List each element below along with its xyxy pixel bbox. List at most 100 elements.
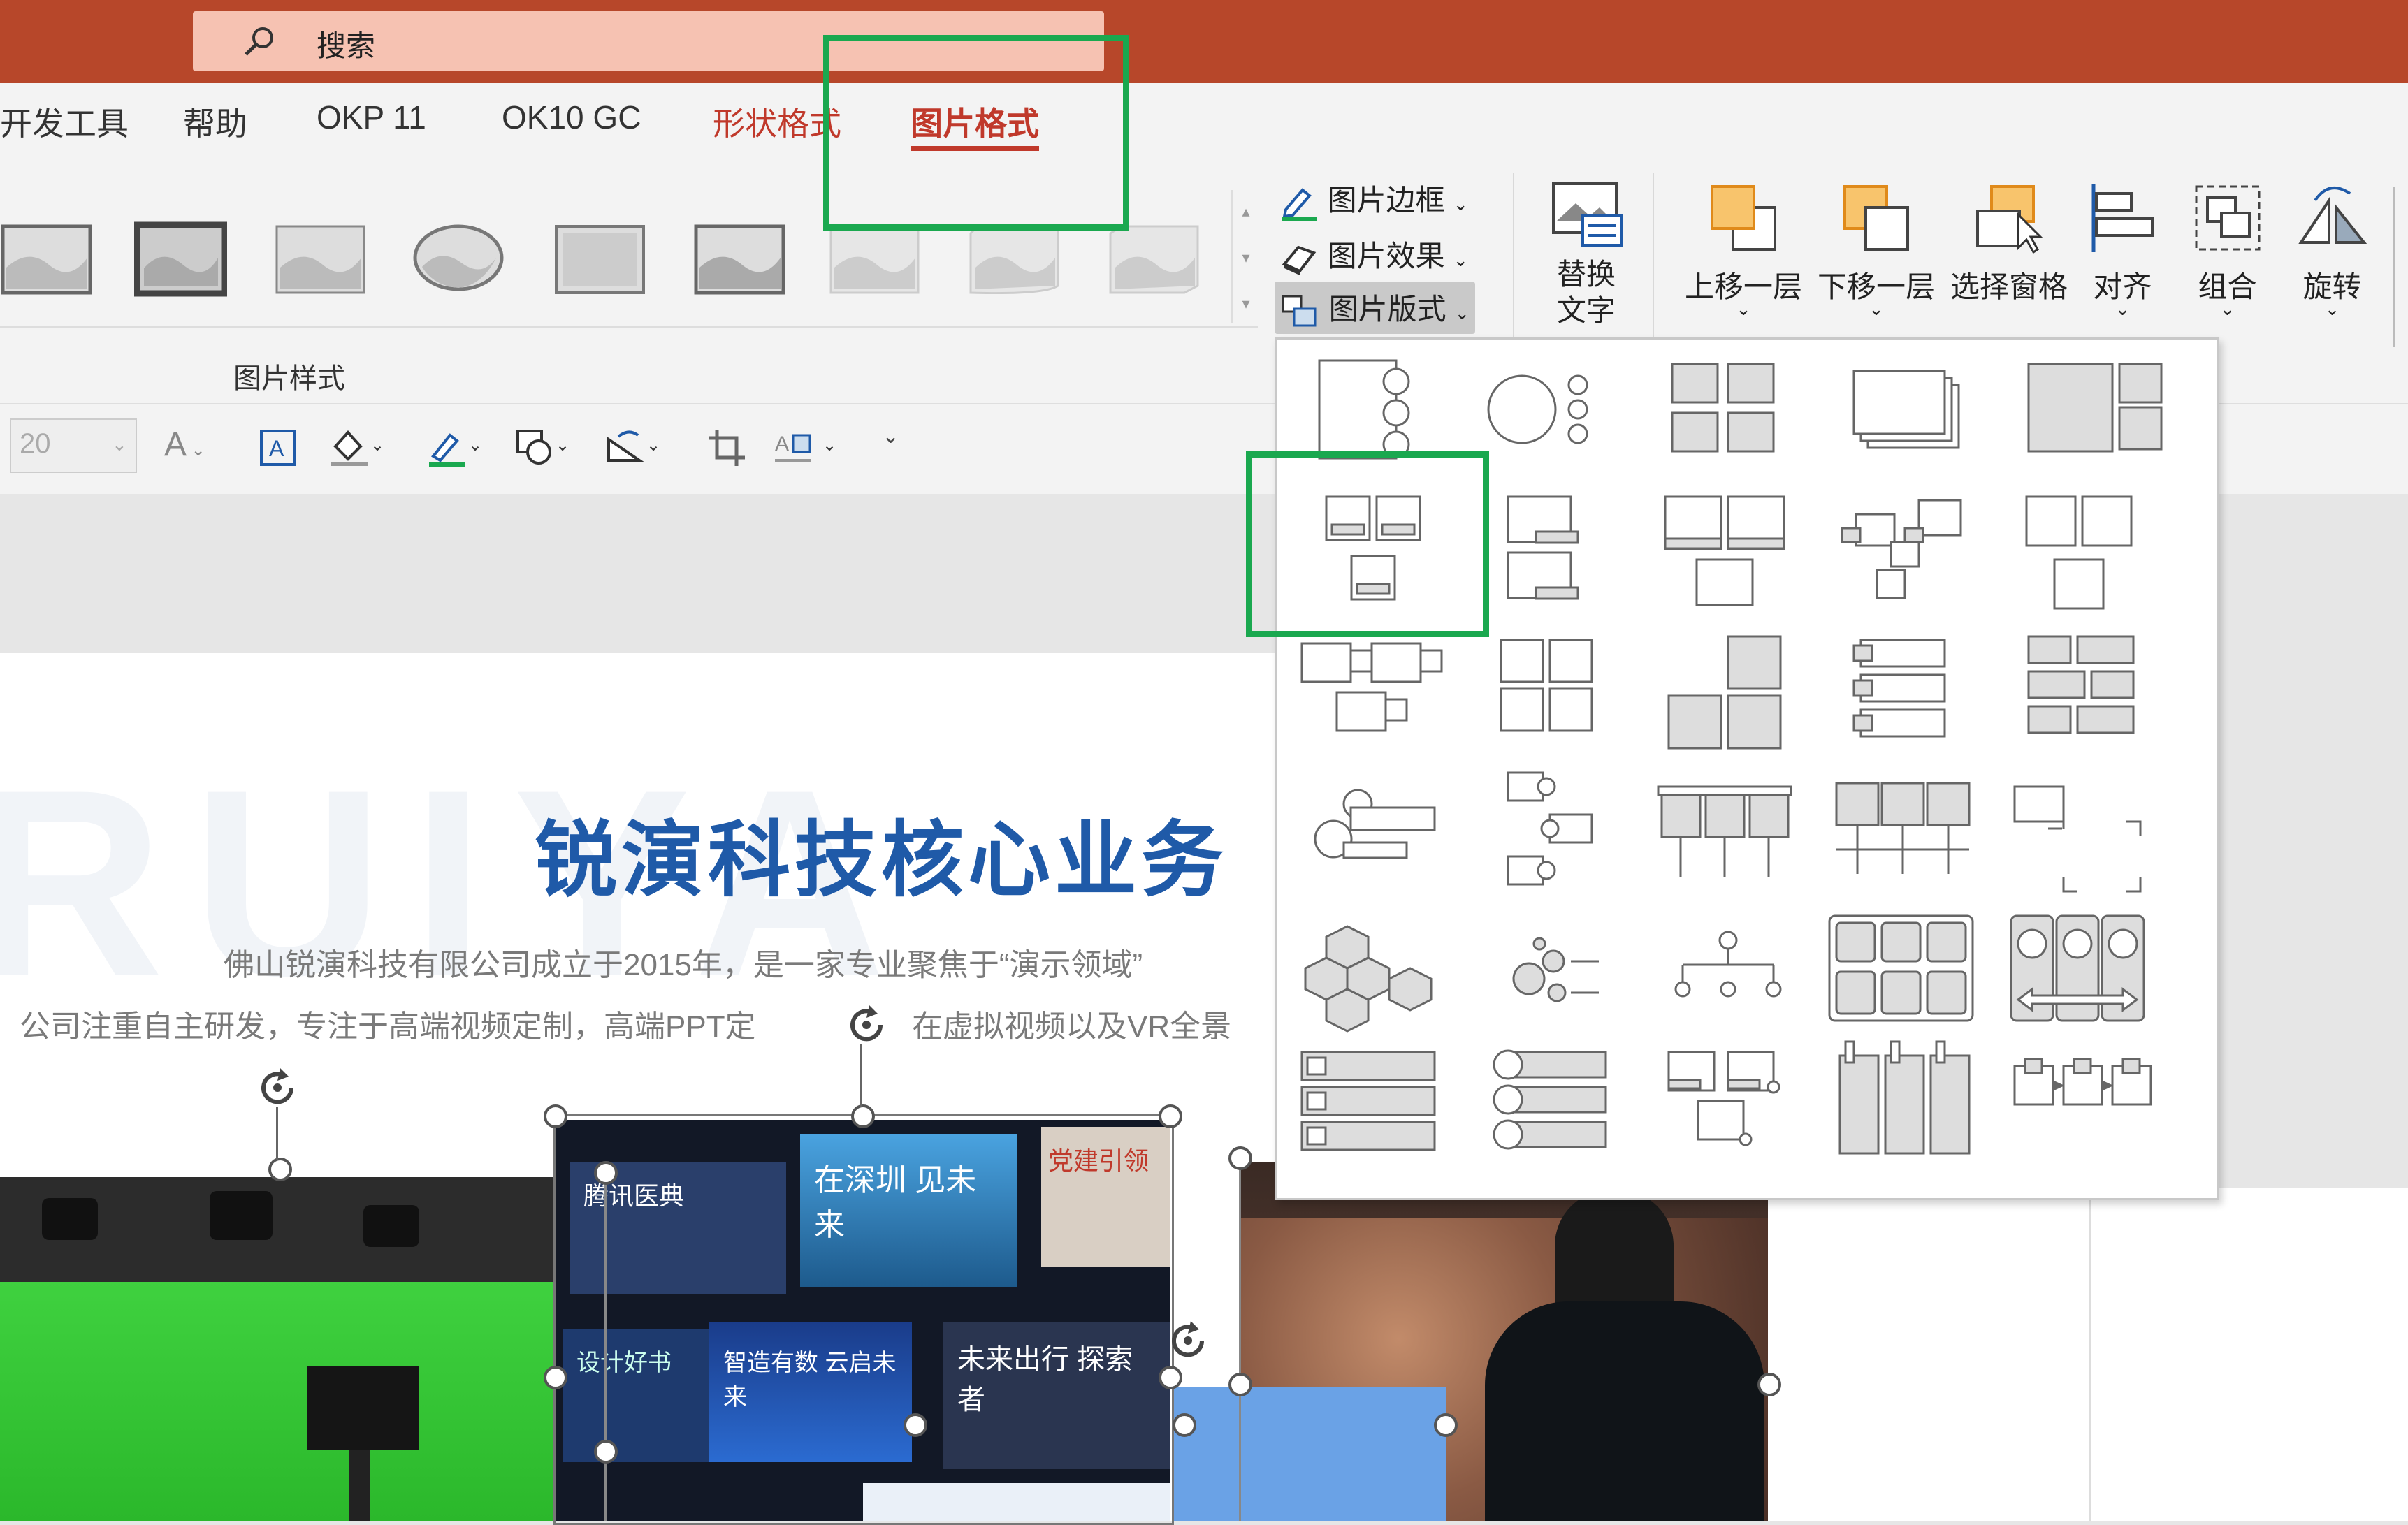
rotate-handle-icon[interactable] [844,1002,889,1047]
layout-option [1852,370,1960,449]
tab-help[interactable]: 帮助 [183,98,247,145]
picture-style-thumb[interactable] [553,219,646,300]
font-size-select[interactable]: 20 ⌄ [10,418,137,473]
picture-style-thumb[interactable] [968,219,1061,300]
layout-option [2025,495,2133,610]
resize-handle[interactable] [268,1158,292,1181]
picture-style-thumb[interactable] [693,219,786,300]
resize-handle[interactable] [1228,1373,1252,1396]
rotate-handle-icon[interactable] [255,1065,300,1110]
send-backward-button[interactable]: 下移一层 ⌄ [1810,173,1943,340]
studio-light [42,1198,98,1240]
layout-option [1300,642,1443,732]
layout-option [1674,931,1782,998]
resize-handle[interactable] [1228,1146,1252,1170]
picture-style-thumb[interactable] [274,219,367,300]
gallery-scroll[interactable]: ▴ ▾ ▾ [1231,190,1259,323]
layout-option [1841,499,1962,599]
picture-style-thumb[interactable] [828,219,921,300]
picture-effects-button[interactable]: 图片效果 ⌄ [1279,233,1468,277]
align-icon [2091,184,2154,252]
picture-style-thumb[interactable] [134,219,227,300]
resize-handle[interactable] [594,1440,618,1464]
picture-style-thumb[interactable] [412,219,505,300]
separator [1513,173,1514,337]
picture-style-thumb[interactable] [0,219,93,300]
studio-light [210,1191,273,1240]
scroll-up-icon[interactable]: ▴ [1233,203,1259,221]
shape-outline-icon[interactable]: ⌄ [426,425,482,467]
resize-handle[interactable] [1757,1373,1781,1396]
rotate-button[interactable]: 旋转 ⌄ [2282,173,2383,340]
crop-icon[interactable] [706,427,748,469]
customize-toolbar-icon[interactable]: ⌄ [882,424,899,448]
search-icon [245,27,273,56]
layout-option [1835,782,1971,874]
layout-option [1314,789,1436,859]
layout-option [1507,771,1593,886]
layout-option [1671,363,1775,453]
font-size-value: 20 [20,428,51,459]
slide-body-line-1[interactable]: 佛山锐演科技有限公司成立于2015年，是一家专业聚焦于“演示领域” [224,940,1143,984]
layout-option [1507,495,1579,600]
resize-handle[interactable] [544,1104,567,1128]
picture-border-label: 图片边框 [1327,184,1445,217]
picture-layout-gallery[interactable] [1246,337,2219,1200]
align-button[interactable]: 对齐 ⌄ [2075,173,2170,340]
resize-handle[interactable] [1434,1413,1458,1437]
bring-forward-button[interactable]: 上移一层 ⌄ [1677,173,1810,340]
font-color-icon[interactable]: A ⌄ [164,425,205,464]
resize-handle[interactable] [1159,1104,1182,1128]
separator [2393,187,2395,347]
layout-option [1828,914,1974,1022]
selection-pane-button[interactable]: 选择窗格 [1943,173,2075,340]
speaker-body [1485,1301,1764,1521]
photo-green-screen-studio[interactable] [0,1177,556,1521]
rotate-handle-icon[interactable] [1166,1318,1210,1363]
svg-text:⌄: ⌄ [822,436,836,455]
tab-ok10gc[interactable]: OK10 GC [502,98,641,136]
layout-option [1318,359,1410,460]
blue-rectangle[interactable] [1174,1387,1446,1521]
chevron-down-icon: ⌄ [2219,298,2235,319]
slide-body-line-2[interactable]: 公司注重自主研发，专注于高端视频定制，高端PPT定 [20,1001,756,1046]
resize-handle[interactable] [544,1366,567,1389]
bring-forward-icon [1711,185,1776,251]
layout-option [1304,925,1433,1033]
picture-border-button[interactable]: 图片边框 ⌄ [1279,177,1468,221]
svg-text:A: A [775,432,789,455]
layout-option [2027,363,2163,453]
shape-effects-icon[interactable]: ⌄ [514,425,570,467]
resize-handle[interactable] [851,1104,875,1128]
resize-handle[interactable] [594,1161,618,1185]
picture-effects-label: 图片效果 [1327,240,1445,272]
gallery-more-icon[interactable]: ▾ [1233,295,1259,313]
resize-handle[interactable] [904,1413,927,1437]
chevron-down-icon: ⌄ [1454,302,1470,323]
layout-option [1838,1040,1971,1155]
resize-handle[interactable] [1159,1366,1182,1389]
shape-fill-icon[interactable]: ⌄ [328,425,384,467]
rotate-small-icon[interactable]: ⌄ [604,425,660,467]
tab-okp11[interactable]: OKP 11 [317,98,426,136]
wrap-text-icon[interactable]: A ⌄ [772,425,842,467]
alt-text-button[interactable]: 替换 文字 [1534,173,1639,340]
camera-tripod [349,1450,370,1521]
text-box-icon[interactable]: A [259,428,298,467]
layout-option [1852,639,1946,738]
tab-shape-format[interactable]: 形状格式 [713,98,841,145]
group-button[interactable]: 组合 ⌄ [2177,173,2278,340]
search-placeholder: 搜索 [317,29,376,62]
slide-body-line-2b[interactable]: 在虚拟视频以及VR全景 [912,1001,1231,1046]
scroll-down-icon[interactable]: ▾ [1233,249,1259,267]
slide-title[interactable]: 锐演科技核心业务 [535,793,1228,912]
layout-option [1664,495,1785,606]
picture-style-thumb[interactable] [1108,219,1201,300]
picture-layout-button[interactable]: 图片版式 ⌄ [1275,282,1476,334]
resize-handle[interactable] [1173,1413,1196,1437]
chevron-down-icon: ⌄ [1736,298,1751,319]
alt-text-label-1: 替换 [1556,258,1616,291]
chevron-down-icon: ⌄ [2324,298,2340,319]
layout-option [2013,1058,2152,1106]
tab-developer[interactable]: 开发工具 [0,98,129,145]
